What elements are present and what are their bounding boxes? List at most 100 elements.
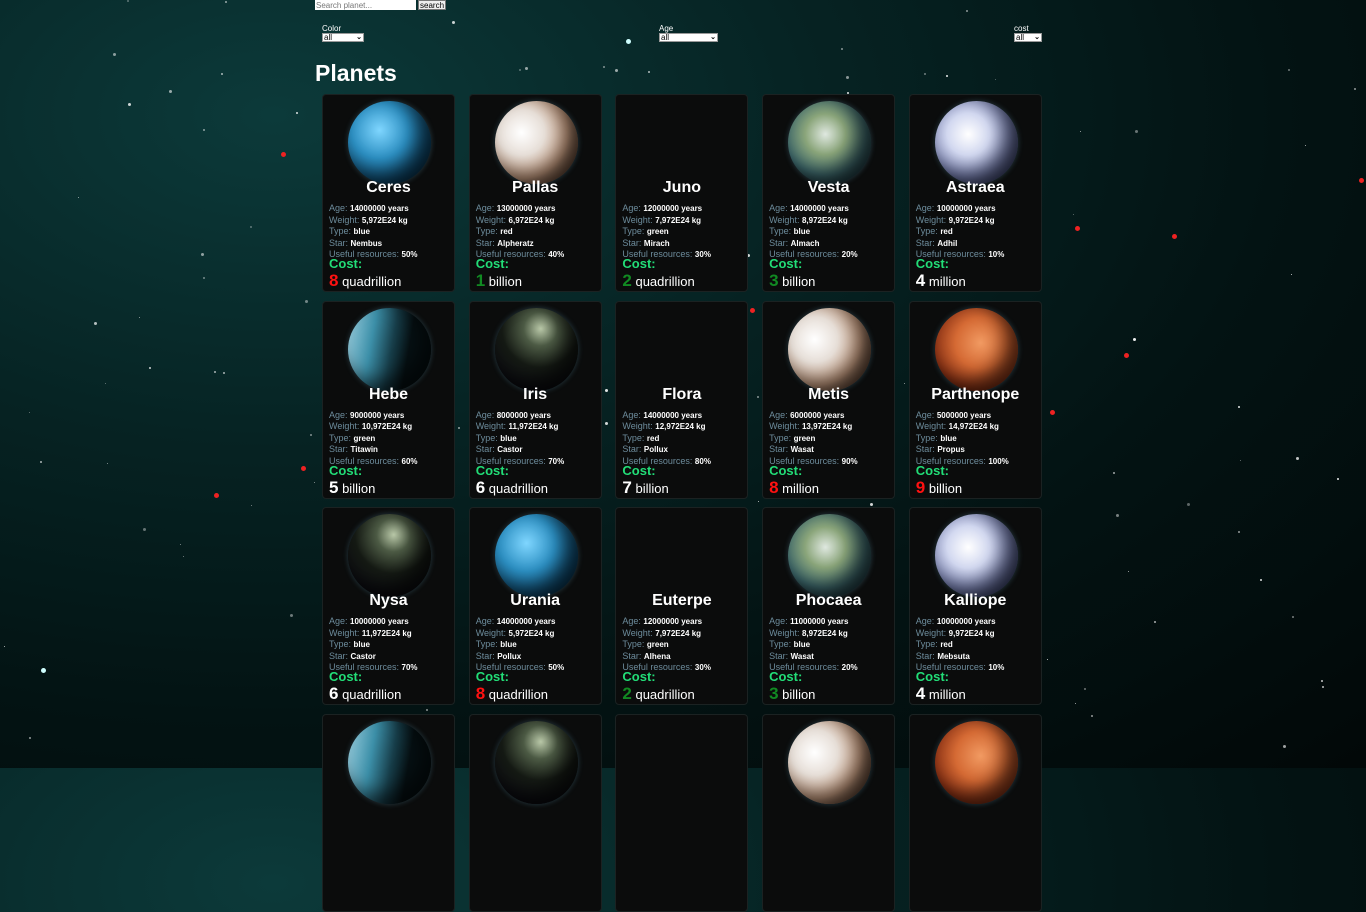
- info-value: 5,972E24 kg: [361, 215, 408, 225]
- star-dot: [41, 668, 46, 673]
- star-dot: [214, 493, 219, 498]
- info-value: Pollux: [497, 651, 522, 661]
- cost-label: Cost:: [622, 256, 656, 271]
- info-value: 14000000 years: [790, 204, 849, 213]
- info-value: 10000000 years: [936, 204, 996, 213]
- info-value: 12000000 years: [643, 204, 703, 213]
- info-value: 100%: [988, 456, 1009, 466]
- planet-card[interactable]: Hebe Age: 9000000 years Weight: 10,972E24 …: [322, 300, 455, 499]
- star-dot: [1282, 744, 1286, 748]
- planet-info: Age: 11000000 years Weight: 8,972E24 kg Ty…: [769, 616, 858, 674]
- search-button[interactable]: search: [418, 0, 447, 10]
- star-dot: [756, 395, 759, 398]
- planet-card[interactable]: Nysa Age: 10000000 years Weight: 11,972E24…: [322, 507, 455, 705]
- info-value: Propus: [937, 445, 965, 455]
- cost-select[interactable]: all ⌄: [1014, 33, 1042, 42]
- cost-number: 8: [475, 684, 486, 703]
- star-dot: [1047, 659, 1049, 661]
- info-label: Type:: [329, 226, 354, 237]
- star-dot: [425, 708, 428, 711]
- info-type: Type: red: [476, 226, 565, 238]
- cost-label: Cost:: [475, 256, 509, 271]
- star-dot: [994, 79, 996, 81]
- info-label: Weight:: [329, 421, 362, 432]
- info-weight: Weight: 8,972E24 kg: [769, 628, 858, 640]
- planet-card[interactable]: [615, 713, 749, 912]
- cost-value: 4 million: [916, 684, 966, 704]
- star-dot: [1186, 502, 1190, 506]
- info-value: blue: [500, 640, 517, 650]
- filter-age-label: Age: [659, 24, 674, 33]
- planet-card[interactable]: Pallas Age: 13000000 years Weight: 6,972E2…: [468, 94, 602, 292]
- cost-number: 3: [769, 271, 779, 290]
- star-dot: [203, 276, 206, 279]
- info-type: Type: green: [769, 433, 858, 445]
- info-weight: Weight: 11,972E24 kg: [329, 628, 418, 640]
- color-select[interactable]: all ⌄: [322, 33, 364, 42]
- star-dot: [139, 316, 141, 318]
- info-value: 5000000 years: [936, 410, 992, 420]
- info-value: 13,972E24 kg: [801, 422, 853, 432]
- planet-info: Age: 10000000 years Weight: 9,972E24 kg Ty…: [916, 616, 1005, 674]
- info-label: Star:: [915, 237, 938, 248]
- planet-card[interactable]: Parthenope Age: 5000000 years Weight: 14,9…: [908, 300, 1042, 499]
- info-value: blue: [500, 433, 517, 443]
- planet-card[interactable]: [908, 713, 1042, 912]
- cost-unit: billion: [338, 480, 376, 496]
- cost-value: 4 million: [916, 271, 966, 291]
- info-value: 11000000 years: [790, 617, 849, 626]
- star-dot: [602, 66, 605, 69]
- info-value: Almach: [790, 238, 820, 248]
- info-label: Weight:: [329, 627, 362, 638]
- planet-info: Age: 14000000 years Weight: 12,972E24 kg T…: [622, 410, 711, 468]
- planet-card[interactable]: Urania Age: 14000000 years Weight: 5,972E2…: [468, 507, 602, 705]
- info-value: 8000000 years: [496, 410, 551, 420]
- planet-info: Age: 14000000 years Weight: 5,972E24 kg Ty…: [476, 616, 565, 674]
- info-label: Type:: [769, 226, 794, 237]
- star-dot: [213, 370, 216, 373]
- info-value: 14000000 years: [350, 204, 409, 213]
- star-dot: [924, 73, 927, 76]
- planet-card[interactable]: [322, 713, 455, 912]
- info-label: Type:: [475, 432, 501, 443]
- info-label: Star:: [475, 237, 498, 248]
- info-label: Type:: [622, 432, 647, 443]
- info-value: 90%: [841, 456, 858, 466]
- star-dot: [1115, 513, 1119, 517]
- search-input[interactable]: [315, 0, 416, 10]
- info-value: red: [940, 227, 953, 237]
- planet-image: [934, 101, 1018, 184]
- planet-card[interactable]: Vesta Age: 14000000 years Weight: 8,972E24…: [762, 94, 896, 292]
- planet-card[interactable]: Flora Age: 14000000 years Weight: 12,972E2…: [615, 300, 749, 499]
- planet-card[interactable]: Euterpe Age: 12000000 years Weight: 7,972E…: [615, 507, 749, 705]
- planet-card[interactable]: [468, 713, 602, 912]
- star-dot: [1288, 68, 1291, 71]
- star-dot: [202, 128, 205, 131]
- info-value: 13000000 years: [496, 204, 556, 213]
- info-age: Age: 10000000 years: [329, 616, 418, 628]
- planet-card[interactable]: Juno Age: 12000000 years Weight: 7,972E24 …: [615, 94, 749, 292]
- planet-card[interactable]: Iris Age: 8000000 years Weight: 11,972E24 …: [468, 300, 602, 499]
- star-dot: [224, 0, 227, 3]
- star-dot: [1080, 130, 1082, 132]
- info-value: 11,972E24 kg: [508, 422, 559, 432]
- filter-color-label: Color: [322, 24, 342, 33]
- planet-image: [788, 101, 872, 184]
- star-dot: [40, 461, 43, 464]
- planet-card[interactable]: Metis Age: 6000000 years Weight: 13,972E24…: [762, 300, 896, 499]
- planet-card[interactable]: Kalliope Age: 10000000 years Weight: 9,972…: [908, 507, 1042, 705]
- cost-label: Cost:: [769, 462, 803, 478]
- info-age: Age: 14000000 years: [329, 203, 418, 215]
- planet-card[interactable]: Phocaea Age: 11000000 years Weight: 8,972E…: [762, 507, 896, 705]
- planet-card[interactable]: Astraea Age: 10000000 years Weight: 9,972E…: [908, 94, 1042, 292]
- planet-info: Age: 8000000 years Weight: 11,972E24 kg Ty…: [476, 410, 565, 468]
- planet-card[interactable]: Ceres Age: 14000000 years Weight: 5,972E24…: [322, 94, 455, 292]
- planet-card[interactable]: [762, 713, 896, 912]
- star-dot: [220, 72, 223, 75]
- info-type: Type: red: [916, 639, 1005, 651]
- info-label: Star:: [769, 237, 791, 248]
- info-weight: Weight: 6,972E24 kg: [476, 215, 565, 227]
- info-type: Type: green: [622, 639, 711, 651]
- age-select[interactable]: all ⌄: [659, 33, 718, 42]
- cost-number: 4: [915, 684, 926, 703]
